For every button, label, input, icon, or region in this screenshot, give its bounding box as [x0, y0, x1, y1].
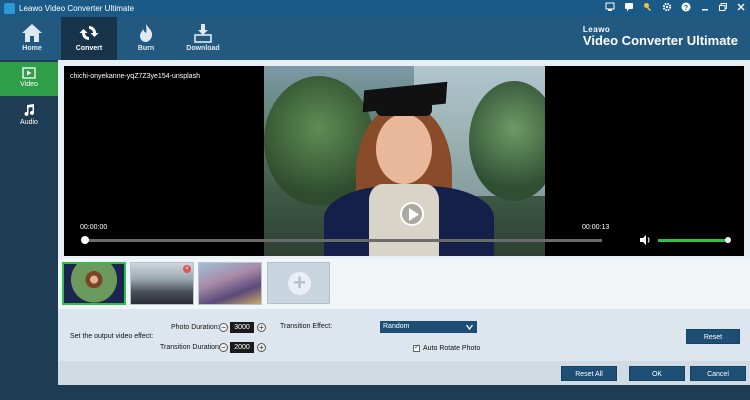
key-icon[interactable] — [641, 2, 655, 15]
svg-text:?: ? — [684, 5, 688, 12]
play-button[interactable] — [400, 202, 424, 226]
close-icon[interactable] — [734, 2, 748, 15]
sidebar: Video Audio — [0, 60, 58, 385]
tab-home-label: Home — [22, 45, 42, 52]
sidebar-item-video[interactable]: Video — [0, 62, 58, 96]
window-title: Leawo Video Converter Ultimate — [19, 4, 135, 13]
plus-icon: + — [288, 272, 311, 295]
photo-duration-label: Photo Duration: — [171, 324, 220, 331]
burn-icon — [140, 24, 153, 42]
transition-duration-decrement-button[interactable]: − — [219, 343, 228, 352]
restore-icon[interactable] — [716, 2, 730, 15]
volume-icon[interactable] — [639, 234, 651, 248]
download-icon — [194, 24, 212, 43]
total-time: 00:00:13 — [582, 224, 610, 231]
reset-button[interactable]: Reset — [686, 329, 740, 344]
volume-slider[interactable] — [658, 237, 731, 243]
photo-duration-input[interactable] — [230, 322, 254, 333]
volume-handle[interactable] — [725, 237, 731, 243]
photo-duration-decrement-button[interactable]: − — [219, 323, 228, 332]
tab-convert[interactable]: Convert — [61, 17, 117, 60]
chevron-down-icon — [466, 324, 473, 330]
transition-effect-label: Transition Effect: — [280, 323, 333, 330]
sidebar-item-audio[interactable]: Audio — [0, 98, 58, 132]
tab-burn[interactable]: Burn — [118, 17, 174, 60]
current-time: 00:00:00 — [80, 224, 108, 231]
gear-icon[interactable] — [660, 2, 674, 15]
transition-duration-label: Transition Duration: — [160, 344, 221, 351]
effect-settings-panel: Set the output video effect: Photo Durat… — [58, 309, 750, 361]
title-bar: Leawo Video Converter Ultimate ? — [0, 0, 750, 17]
status-bar — [0, 385, 750, 400]
volume-fill — [658, 239, 728, 242]
add-photo-button[interactable]: + — [267, 262, 330, 304]
tab-convert-label: Convert — [75, 45, 103, 52]
seek-bar[interactable] — [81, 236, 602, 244]
tab-download-label: Download — [186, 45, 220, 52]
reset-all-button[interactable]: Reset All — [561, 366, 617, 381]
main-panel: chichi-onyekanne-yqZ7Z3ye154-unsplash 00… — [58, 60, 750, 385]
preview-image — [264, 66, 545, 256]
seek-handle[interactable] — [81, 236, 89, 244]
video-player[interactable]: chichi-onyekanne-yqZ7Z3ye154-unsplash 00… — [64, 66, 744, 256]
ok-button[interactable]: OK — [629, 366, 685, 381]
brand-logo: Leawo Video Converter Ultimate — [583, 25, 738, 48]
cancel-button[interactable]: Cancel — [690, 366, 746, 381]
minimize-icon[interactable] — [698, 2, 712, 15]
brand-product: Video Converter Ultimate — [582, 33, 738, 48]
transition-effect-select[interactable]: Random — [380, 321, 477, 333]
thumbnail-1[interactable] — [62, 262, 126, 305]
checkbox-checked-icon[interactable] — [413, 343, 420, 352]
help-icon[interactable]: ? — [679, 2, 693, 15]
transition-duration-input[interactable] — [230, 342, 254, 353]
photo-thumbnail-strip: × + — [58, 259, 750, 309]
clip-name: chichi-onyekanne-yqZ7Z3ye154-unsplash — [70, 73, 200, 80]
home-icon — [22, 24, 42, 42]
app-logo-icon — [4, 3, 15, 14]
photo-duration-increment-button[interactable]: + — [257, 323, 266, 332]
transition-duration-increment-button[interactable]: + — [257, 343, 266, 352]
thumbnail-2[interactable]: × — [130, 262, 194, 305]
convert-icon — [79, 26, 99, 40]
tab-home[interactable]: Home — [4, 17, 60, 60]
music-note-icon — [24, 104, 34, 116]
thumbnail-3[interactable] — [198, 262, 262, 305]
auto-rotate-label: Auto Rotate Photo — [423, 345, 481, 352]
output-effect-label: Set the output video effect: — [70, 333, 154, 340]
delete-thumbnail-icon[interactable]: × — [183, 265, 191, 273]
dialog-footer: Reset All OK Cancel — [58, 361, 750, 385]
sidebar-item-label: Audio — [20, 119, 38, 126]
main-toolbar: Home Convert Burn Download Leawo Video C… — [0, 17, 750, 60]
tab-burn-label: Burn — [137, 45, 155, 52]
chat-icon[interactable] — [622, 2, 636, 15]
cart-icon[interactable] — [603, 2, 617, 15]
tab-download[interactable]: Download — [175, 17, 231, 60]
film-icon — [22, 67, 36, 79]
sidebar-item-label: Video — [20, 81, 38, 88]
transition-effect-value: Random — [383, 323, 410, 330]
play-icon — [409, 208, 419, 221]
